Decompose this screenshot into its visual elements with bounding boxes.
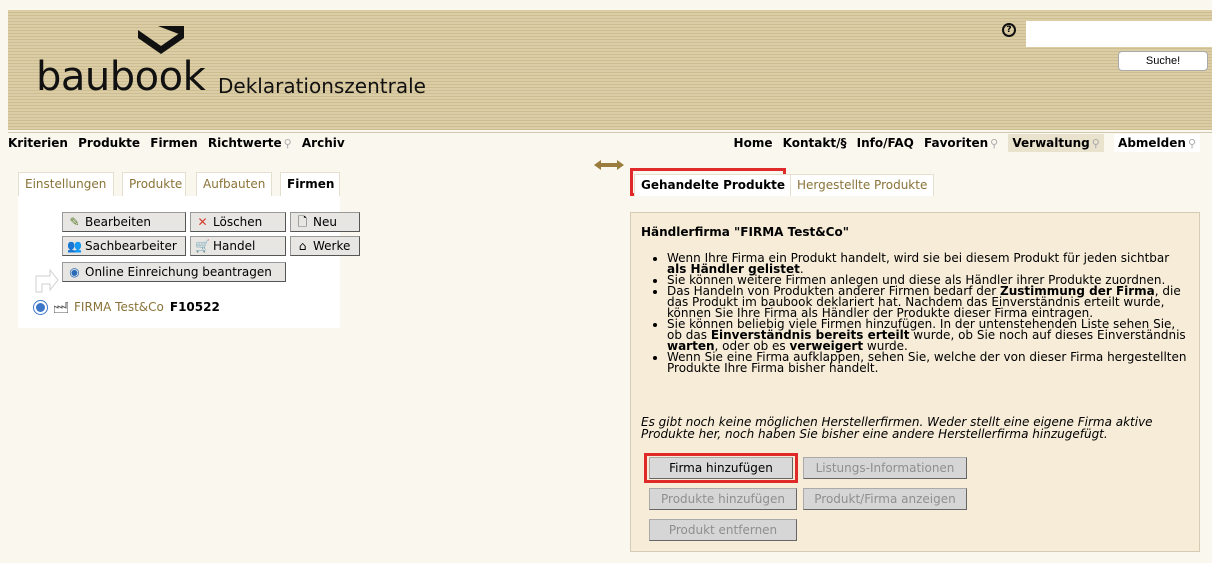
online-einreichung-button[interactable]: ◉ Online Einreichung beantragen: [62, 262, 286, 282]
logo-text[interactable]: baubook: [36, 54, 206, 100]
listungs-informationen-button[interactable]: Listungs-Informationen: [803, 457, 967, 479]
people-icon: 👥: [67, 239, 82, 253]
bearbeiten-button[interactable]: ✎ Bearbeiten: [62, 212, 186, 232]
nav-item-info-faq[interactable]: Info/FAQ: [857, 136, 914, 150]
resize-panel-arrow-icon[interactable]: [594, 160, 624, 170]
logo-subtitle: Deklarationszentrale: [218, 74, 426, 98]
tab-gehandelte-produkte[interactable]: Gehandelte Produkte: [634, 174, 793, 196]
nav-right: Home Kontakt/§ Info/FAQ Favoriten ⚲ Verwa…: [734, 134, 1206, 152]
nav-item-kriterien[interactable]: Kriterien: [8, 136, 68, 150]
haendler-panel: Händlerfirma "FIRMA Test&Co" Wenn Ihre F…: [630, 212, 1200, 552]
pencil-icon: ✎: [69, 215, 80, 229]
lock-icon: ⚲: [990, 137, 999, 150]
globe-icon: ◉: [69, 265, 80, 279]
werke-button[interactable]: ⌂ Werke: [290, 236, 360, 256]
tab-produkte[interactable]: Produkte: [122, 172, 186, 196]
firm-tree-item[interactable]: FIRMA Test&Co F10522: [54, 300, 220, 316]
firm-name[interactable]: FIRMA Test&Co: [74, 300, 164, 314]
panel-title: Händlerfirma "FIRMA Test&Co": [641, 225, 849, 239]
nav-item-home[interactable]: Home: [734, 136, 773, 150]
produkt-firma-anzeigen-button[interactable]: Produkt/Firma anzeigen: [803, 488, 967, 510]
firma-hinzufuegen-button[interactable]: Firma hinzufügen: [649, 457, 793, 479]
loeschen-button[interactable]: ✕ Löschen: [190, 212, 286, 232]
factory-icon: [54, 302, 68, 313]
lock-icon: ⚲: [1091, 137, 1100, 150]
nav-item-favoriten[interactable]: Favoriten ⚲: [924, 136, 998, 150]
header-banner: baubook Deklarationszentrale ? Suche!: [8, 10, 1212, 130]
nav-item-abmelden[interactable]: Abmelden ⚲: [1114, 134, 1200, 152]
search-input[interactable]: [1026, 21, 1212, 47]
nav-item-kontakt[interactable]: Kontakt/§: [783, 136, 847, 150]
produkt-entfernen-button[interactable]: Produkt entfernen: [649, 519, 797, 541]
factory-icon: ⌂: [298, 239, 307, 253]
nav-item-verwaltung[interactable]: Verwaltung ⚲: [1008, 134, 1104, 152]
firm-radio-button[interactable]: [34, 301, 47, 314]
neu-button[interactable]: 🗋 Neu: [290, 212, 360, 232]
nav-item-firmen[interactable]: Firmen: [150, 136, 197, 150]
nav-item-richtwerte[interactable]: Richtwerte ⚲: [208, 136, 292, 150]
nav-item-produkte[interactable]: Produkte: [78, 136, 140, 150]
main-navigation: Kriterien Produkte Firmen Richtwerte ⚲ Ar…: [8, 132, 1212, 154]
tab-aufbauten[interactable]: Aufbauten: [196, 172, 272, 196]
nav-left: Kriterien Produkte Firmen Richtwerte ⚲ Ar…: [8, 136, 351, 150]
new-document-icon: 🗋: [297, 215, 308, 229]
list-item: Das Handeln von Produkten anderer Firmen…: [667, 285, 1189, 319]
shopping-cart-icon: 🛒: [195, 239, 210, 253]
sachbearbeiter-button[interactable]: 👥 Sachbearbeiter: [62, 236, 186, 256]
lock-icon: ⚲: [283, 137, 292, 150]
firm-tree-panel: ✎ Bearbeiten ✕ Löschen 🗋 Neu 👥 Sachbearbeite…: [18, 196, 360, 328]
firm-code: F10522: [169, 300, 220, 314]
tab-einstellungen[interactable]: Einstellungen: [18, 172, 114, 196]
tab-firmen[interactable]: Firmen: [280, 172, 340, 196]
nav-item-archiv[interactable]: Archiv: [302, 136, 345, 150]
info-list: Wenn Ihre Firma ein Produkt handelt, wir…: [667, 252, 1189, 374]
tree-connector-arrow-icon: [35, 268, 59, 293]
list-item: Wenn Sie eine Firma aufklappen, sehen Si…: [667, 351, 1189, 374]
handel-button[interactable]: 🛒 Handel: [190, 236, 286, 256]
list-item: Sie können beliebig viele Firmen hinzufü…: [667, 318, 1189, 352]
help-icon[interactable]: ?: [1002, 23, 1016, 37]
tab-hergestellte-produkte[interactable]: Hergestellte Produkte: [790, 174, 935, 196]
lock-icon: ⚲: [1187, 137, 1196, 150]
list-item: Wenn Ihre Firma ein Produkt handelt, wir…: [667, 252, 1189, 275]
produkte-hinzufuegen-button[interactable]: Produkte hinzufügen: [649, 488, 797, 510]
info-note: Es gibt noch keine möglichen Herstellerf…: [641, 415, 1153, 441]
search-button[interactable]: Suche!: [1118, 51, 1208, 71]
delete-x-icon: ✕: [197, 215, 208, 229]
